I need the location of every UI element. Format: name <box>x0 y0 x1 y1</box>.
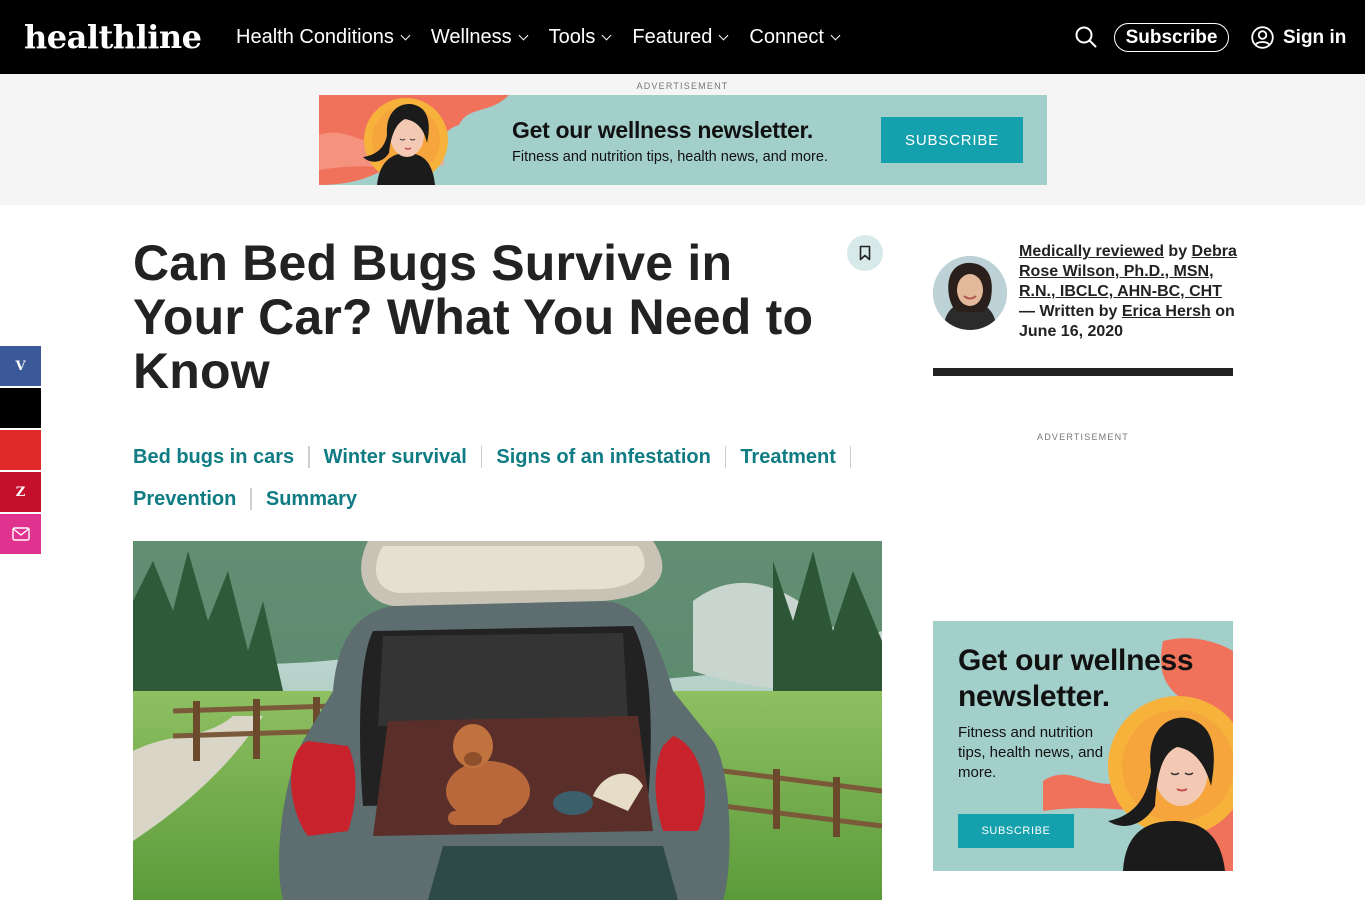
nav-label: Featured <box>632 26 713 48</box>
social-share-rail: V Z <box>0 346 41 556</box>
user-icon <box>1251 26 1274 49</box>
medically-reviewed-link[interactable]: Medically reviewed <box>1019 243 1164 260</box>
site-header: healthline Health Conditions Wellness To… <box>0 0 1365 74</box>
share-flipboard-button[interactable]: Z <box>0 472 41 512</box>
woman-illustration <box>319 95 509 185</box>
search-icon[interactable] <box>1075 26 1097 48</box>
divider <box>849 446 852 468</box>
share-facebook-button[interactable]: V <box>0 346 41 386</box>
divider <box>480 446 483 468</box>
jump-link-treatment[interactable]: Treatment <box>740 446 836 469</box>
share-pinterest-button[interactable] <box>0 430 41 470</box>
hero-image-dog-in-car-trunk <box>133 541 882 900</box>
flipboard-icon: Z <box>15 484 26 500</box>
mail-icon <box>11 527 30 541</box>
author-link[interactable]: Erica Hersh <box>1122 303 1211 320</box>
bookmark-button[interactable] <box>847 235 883 271</box>
chevron-down-icon <box>601 30 612 40</box>
byline-by: by <box>1163 243 1192 260</box>
banner-title: Get our wellness newsletter. <box>512 117 813 143</box>
jump-link-bed-bugs-in-cars[interactable]: Bed bugs in cars <box>133 446 294 469</box>
jump-link-winter-survival[interactable]: Winter survival <box>324 446 467 469</box>
jump-link-summary[interactable]: Summary <box>266 488 357 511</box>
subscribe-button[interactable]: Subscribe <box>1114 23 1229 52</box>
nav-wellness[interactable]: Wellness <box>430 24 529 50</box>
divider <box>724 446 727 468</box>
chevron-down-icon <box>518 30 529 40</box>
nav-label: Tools <box>548 26 596 48</box>
reviewer-photo <box>933 256 1007 330</box>
article-title: Can Bed Bugs Survive in Your Car? What Y… <box>133 235 814 399</box>
sidebar-newsletter-ad[interactable]: Get our wellness newsletter. Fitness and… <box>933 621 1233 871</box>
chevron-down-icon <box>400 30 411 40</box>
divider <box>250 488 252 510</box>
share-x-button[interactable] <box>0 388 41 428</box>
nav-label: Health Conditions <box>236 26 394 48</box>
nav-tools[interactable]: Tools <box>548 24 612 50</box>
facebook-icon: V <box>15 358 26 374</box>
jump-link-signs[interactable]: Signs of an infestation <box>496 446 710 469</box>
healthline-logo[interactable]: healthline <box>24 17 202 57</box>
byline-written-by: — Written by <box>1019 303 1122 320</box>
divider <box>308 446 310 468</box>
banner-subtitle: Fitness and nutrition tips, health news,… <box>512 149 828 165</box>
share-email-button[interactable] <box>0 514 41 554</box>
chevron-down-icon <box>830 30 841 40</box>
sidebar-divider <box>933 368 1233 376</box>
ad-label: ADVERTISEMENT <box>636 81 729 91</box>
chevron-down-icon <box>718 30 729 40</box>
article-jump-links: Bed bugs in cars Winter survival Signs o… <box>133 436 893 520</box>
nav-label: Wellness <box>430 26 512 48</box>
jump-link-prevention[interactable]: Prevention <box>133 488 236 511</box>
sidebar-ad-subtitle: Fitness and nutrition tips, health news,… <box>958 724 1104 781</box>
nav-health-conditions[interactable]: Health Conditions <box>236 24 411 50</box>
nav-connect[interactable]: Connect <box>749 24 841 50</box>
review-byline: Medically reviewed by Debra Rose Wilson,… <box>1019 242 1239 342</box>
banner-subscribe-button[interactable]: SUBSCRIBE <box>881 117 1023 163</box>
main-nav: Health Conditions Wellness Tools Feature… <box>236 24 861 50</box>
reviewer-avatar <box>933 256 1007 330</box>
bookmark-icon <box>859 245 871 261</box>
newsletter-banner-ad[interactable]: Get our wellness newsletter. Fitness and… <box>319 95 1047 185</box>
sign-in-button[interactable]: Sign in <box>1251 24 1346 51</box>
nav-featured[interactable]: Featured <box>632 24 729 50</box>
sidebar-ad-title: Get our wellness newsletter. <box>958 644 1194 713</box>
sign-in-label: Sign in <box>1283 26 1347 48</box>
sidebar-ad-subscribe-button[interactable]: SUBSCRIBE <box>958 814 1074 848</box>
sidebar-ad-label: ADVERTISEMENT <box>1037 432 1129 442</box>
nav-label: Connect <box>749 26 824 48</box>
